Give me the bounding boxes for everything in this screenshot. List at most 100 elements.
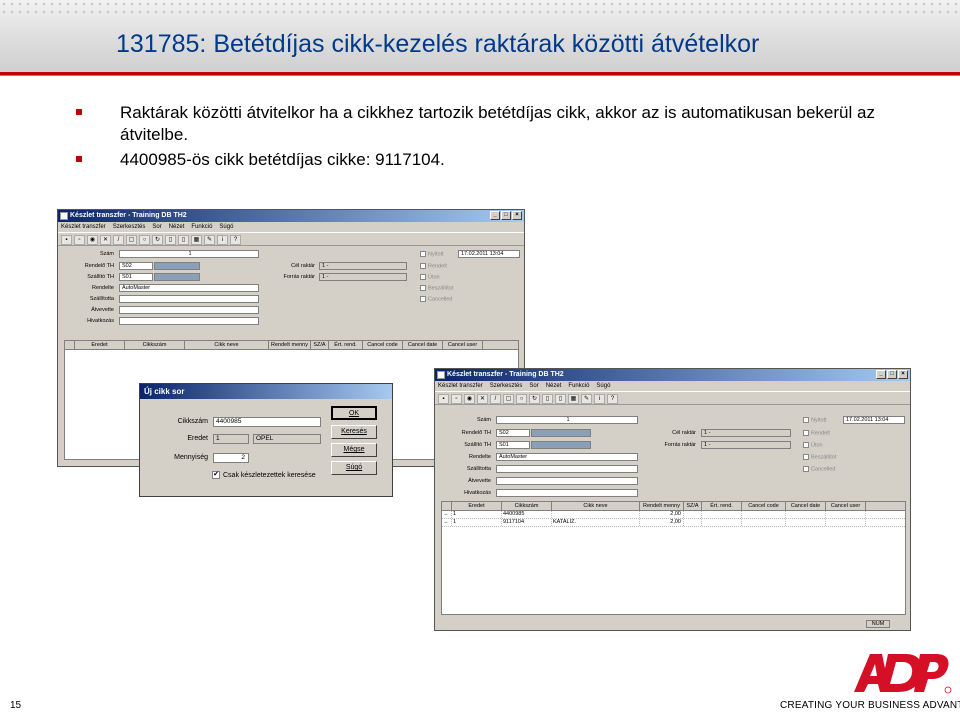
hivatkozas-field[interactable] <box>496 489 638 497</box>
new-icon[interactable]: ▫ <box>74 235 85 245</box>
grid-col-header[interactable]: Cikk neve <box>552 502 640 510</box>
stock-only-checkbox[interactable]: ✔ Csak készletezettek keresése <box>212 471 316 479</box>
menu-item[interactable]: Súgó <box>596 381 610 391</box>
grid-col-header[interactable]: Eredet <box>75 341 125 349</box>
menu-item[interactable]: Nézet <box>546 381 562 391</box>
menu-item[interactable]: Készlet transzfer <box>438 381 483 391</box>
refresh-icon[interactable]: ↻ <box>152 235 163 245</box>
cell-cancel-date[interactable] <box>786 511 826 518</box>
checkbox-beszallitot[interactable]: Beszállítot <box>803 454 836 460</box>
window-titlebar[interactable]: Készlet transzfer - Training DB TH2 _ □ × <box>58 210 524 222</box>
cel-raktar-select[interactable]: 1 - <box>701 429 791 437</box>
menu-item[interactable]: Funkció <box>191 222 212 232</box>
dialog-titlebar[interactable]: Új cikk sor <box>140 384 392 399</box>
cell-cikk-neve[interactable]: KATALIZ. <box>552 519 640 526</box>
refresh-icon[interactable]: ↻ <box>529 394 540 404</box>
info-icon[interactable]: i <box>217 235 228 245</box>
cell-sza[interactable] <box>684 511 702 518</box>
new-item-dialog[interactable]: Új cikk sor Cikkszám 4400985 Eredet 1 OP… <box>139 383 393 497</box>
cikkszam-input[interactable]: 4400985 <box>213 417 321 427</box>
delete-icon[interactable]: ✕ <box>100 235 111 245</box>
find-icon[interactable]: ◉ <box>87 235 98 245</box>
date-field[interactable]: 17.02.2011 13:04 <box>458 250 520 258</box>
checkbox-nyitott[interactable]: Nyitott <box>803 417 827 423</box>
grid-col-header[interactable]: Eredet <box>452 502 502 510</box>
cell-cikkszam[interactable]: 9117104 <box>502 519 552 526</box>
menu-item[interactable]: Készlet transzfer <box>61 222 106 232</box>
doc2-icon[interactable]: ▯ <box>178 235 189 245</box>
cell-cikk-neve[interactable] <box>552 511 640 518</box>
cancel-button[interactable]: Mégse <box>331 443 377 457</box>
edit-icon[interactable]: ✎ <box>581 394 592 404</box>
menu-item[interactable]: Súgó <box>219 222 233 232</box>
close-icon[interactable]: × <box>512 211 522 220</box>
save-icon[interactable]: ▪ <box>61 235 72 245</box>
new-icon[interactable]: ▫ <box>451 394 462 404</box>
szallito-field[interactable]: S01 <box>119 273 153 281</box>
help-icon[interactable]: ? <box>607 394 618 404</box>
help-icon[interactable]: ? <box>230 235 241 245</box>
menu-item[interactable]: Nézet <box>169 222 185 232</box>
cell-cancel-date[interactable] <box>786 519 826 526</box>
cell-cancel-code[interactable] <box>742 519 786 526</box>
szam-field[interactable]: 1 <box>496 416 638 424</box>
cut-icon[interactable]: / <box>490 394 501 404</box>
grid-col-header[interactable]: Rendelt menny <box>269 341 311 349</box>
grid-col-header[interactable]: Cancel date <box>786 502 826 510</box>
rendelte-field[interactable]: AutoMaster <box>119 284 259 292</box>
transfer-window-front[interactable]: Készlet transzfer - Training DB TH2 _ □ × … <box>434 368 911 631</box>
rendelo-field[interactable]: S02 <box>496 429 530 437</box>
window-titlebar[interactable]: Készlet transzfer - Training DB TH2 _ □ × <box>435 369 910 381</box>
copy-icon[interactable]: ▢ <box>126 235 137 245</box>
menu-item[interactable]: Szerkesztés <box>490 381 523 391</box>
calc-icon[interactable]: ▦ <box>191 235 202 245</box>
cell-menny[interactable]: 2,00 <box>640 519 684 526</box>
checkbox-uton[interactable]: Úton <box>420 274 440 280</box>
cell-cancel-user[interactable] <box>826 519 866 526</box>
grid-col-header[interactable]: Cancel code <box>363 341 403 349</box>
grid-col-header[interactable]: SZ/A <box>684 502 702 510</box>
grid-col-header[interactable]: Cancel date <box>403 341 443 349</box>
szallitotta-field[interactable] <box>496 465 638 473</box>
menu-item[interactable]: Sor <box>529 381 538 391</box>
maximize-icon[interactable]: □ <box>501 211 511 220</box>
ok-button[interactable]: OK <box>331 406 377 420</box>
minimize-icon[interactable]: _ <box>876 370 886 379</box>
cell-ert[interactable] <box>702 511 742 518</box>
cell-menny[interactable]: 2,00 <box>640 511 684 518</box>
hivatkozas-field[interactable] <box>119 317 259 325</box>
copy-icon[interactable]: ▢ <box>503 394 514 404</box>
grid-col-header[interactable]: Ért. rend. <box>702 502 742 510</box>
cell-eredet[interactable]: 1 <box>452 511 502 518</box>
menu-item[interactable]: Sor <box>152 222 161 232</box>
info-icon[interactable]: i <box>594 394 605 404</box>
checkbox-uton[interactable]: Úton <box>803 442 823 448</box>
record-icon[interactable]: ○ <box>139 235 150 245</box>
forras-raktar-select[interactable]: 1 - <box>319 273 407 281</box>
maximize-icon[interactable]: □ <box>887 370 897 379</box>
find-icon[interactable]: ◉ <box>464 394 475 404</box>
minimize-icon[interactable]: _ <box>490 211 500 220</box>
close-icon[interactable]: × <box>898 370 908 379</box>
cut-icon[interactable]: / <box>113 235 124 245</box>
cell-ert[interactable] <box>702 519 742 526</box>
grid-col-header[interactable]: Cancel code <box>742 502 786 510</box>
cel-raktar-select[interactable]: 1 - <box>319 262 407 270</box>
help-button[interactable]: Súgó <box>331 461 377 475</box>
grid-col-header[interactable]: SZ/A <box>311 341 329 349</box>
atvevette-field[interactable] <box>496 477 638 485</box>
forras-raktar-select[interactable]: 1 - <box>701 441 791 449</box>
menu-item[interactable]: Funkció <box>568 381 589 391</box>
grid-col-header[interactable]: Cancel user <box>826 502 866 510</box>
grid-col-header[interactable]: Rendelt menny <box>640 502 684 510</box>
edit-icon[interactable]: ✎ <box>204 235 215 245</box>
table-row[interactable]: → 1 9117104 KATALIZ. 2,00 <box>442 519 905 527</box>
doc2-icon[interactable]: ▯ <box>555 394 566 404</box>
atvevette-field[interactable] <box>119 306 259 314</box>
szam-field[interactable]: 1 <box>119 250 259 258</box>
cell-cancel-user[interactable] <box>826 511 866 518</box>
menu-item[interactable]: Szerkesztés <box>113 222 146 232</box>
search-button[interactable]: Keresés <box>331 425 377 439</box>
checkbox-beszallitot[interactable]: Beszállítot <box>420 285 453 291</box>
grid-col-header[interactable]: Ért. rend. <box>329 341 363 349</box>
